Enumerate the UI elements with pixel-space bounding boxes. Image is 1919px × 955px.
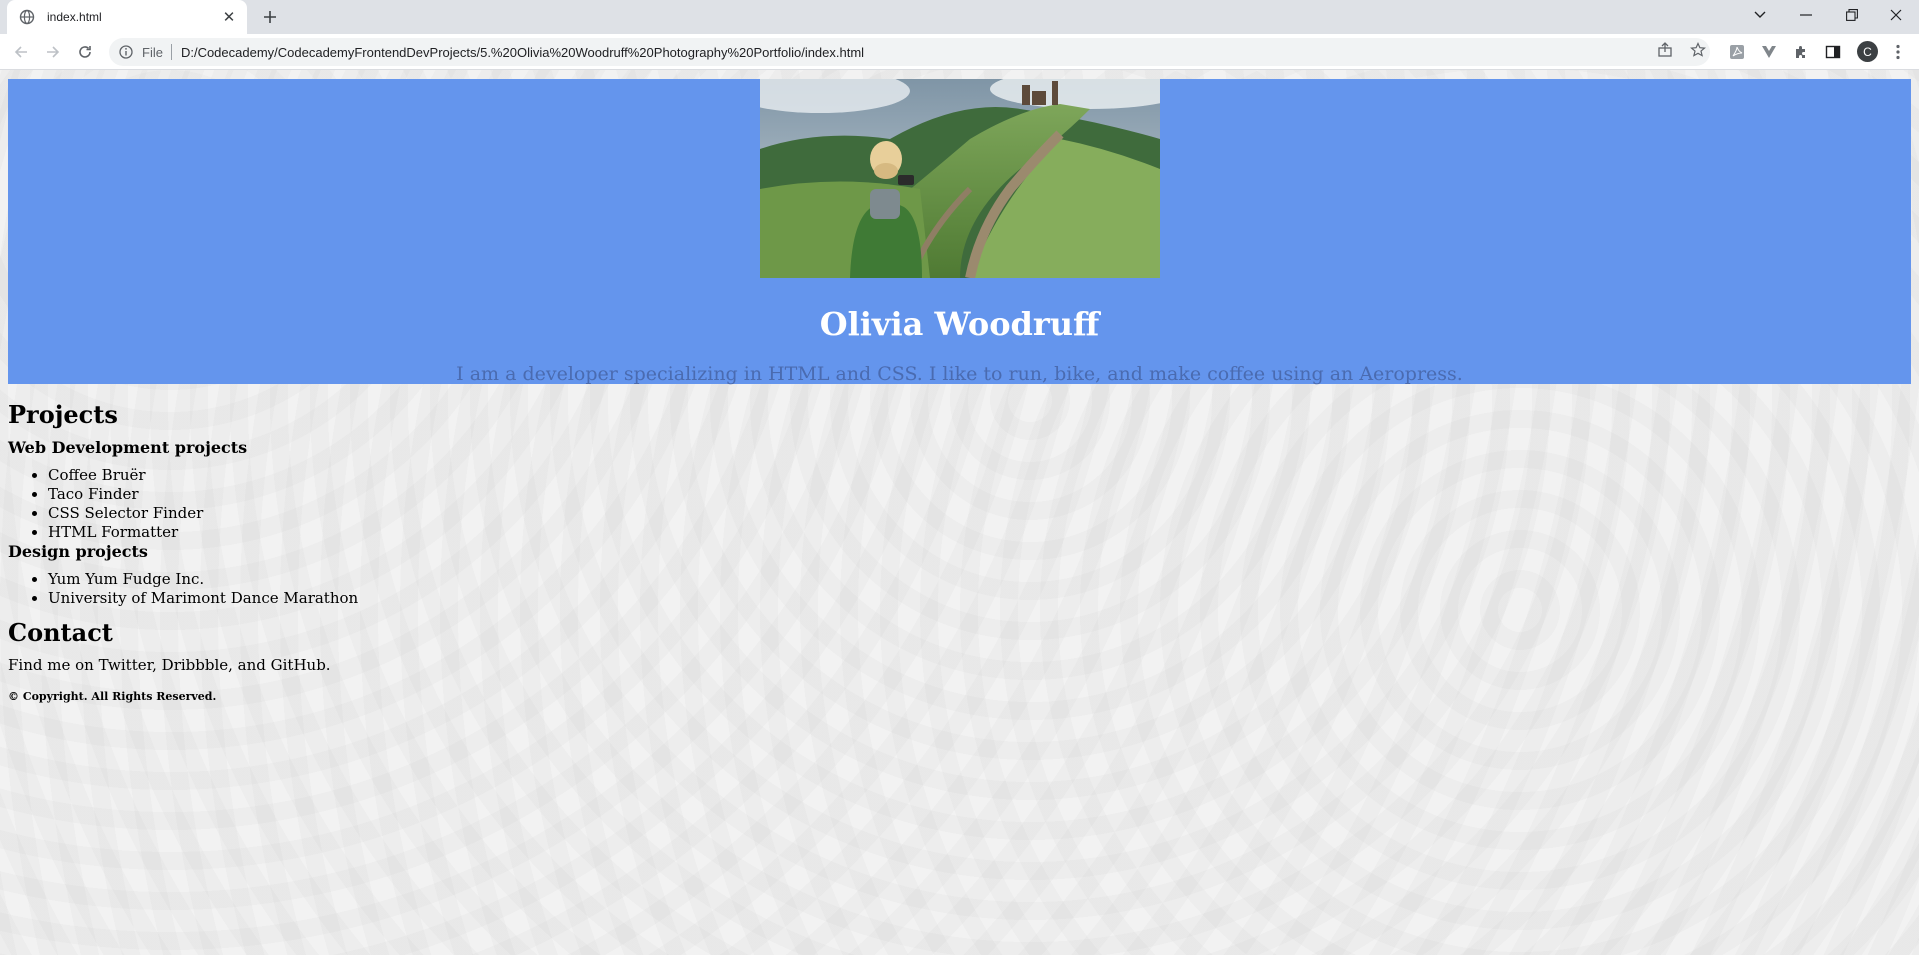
close-icon — [1890, 9, 1902, 21]
url-scheme: File — [142, 44, 163, 60]
web-projects-list: Coffee Bruër Taco Finder CSS Selector Fi… — [8, 466, 203, 542]
list-item: Taco Finder — [48, 485, 203, 504]
share-icon[interactable] — [1655, 40, 1675, 60]
plus-icon — [264, 11, 276, 23]
bio-text: I am a developer specializing in HTML an… — [456, 363, 1463, 385]
design-projects-heading: Design projects — [8, 542, 148, 561]
list-item: Coffee Bruër — [48, 466, 203, 485]
minimize-icon — [1800, 14, 1812, 16]
copyright-text: © Copyright. All Rights Reserved. — [8, 690, 217, 703]
page-viewport: Olivia Woodruff I am a developer special… — [0, 70, 1919, 955]
page-title: Olivia Woodruff — [819, 305, 1100, 343]
url-text[interactable]: D:/Codecademy/CodecademyFrontendDevProje… — [181, 45, 1710, 60]
close-tab-icon[interactable]: ✕ — [221, 9, 237, 26]
list-item: HTML Formatter — [48, 523, 203, 542]
puzzle-icon[interactable] — [1791, 42, 1811, 62]
list-item: University of Marimont Dance Marathon — [48, 589, 358, 608]
url-divider — [170, 44, 172, 60]
address-bar[interactable]: File D:/Codecademy/CodecademyFrontendDev… — [109, 38, 1710, 66]
design-projects-list: Yum Yum Fudge Inc. University of Marimon… — [8, 570, 358, 608]
restore-button[interactable] — [1829, 0, 1875, 30]
close-window-button[interactable] — [1873, 0, 1919, 30]
side-panel-icon[interactable] — [1823, 42, 1843, 62]
arrow-right-icon — [47, 46, 60, 58]
restore-icon — [1846, 9, 1858, 21]
vue-extension-icon[interactable] — [1759, 42, 1779, 62]
pdf-extension-icon[interactable] — [1727, 42, 1747, 62]
star-icon[interactable] — [1688, 40, 1708, 60]
minimize-button[interactable] — [1783, 0, 1829, 30]
info-icon[interactable] — [118, 44, 134, 60]
reload-icon — [79, 46, 91, 58]
browser-toolbar: File D:/Codecademy/CodecademyFrontendDev… — [0, 34, 1919, 70]
arrow-left-icon — [14, 46, 27, 58]
new-tab-button[interactable] — [257, 5, 283, 29]
list-item: Yum Yum Fudge Inc. — [48, 570, 358, 589]
kebab-menu-icon[interactable] — [1888, 42, 1908, 62]
contact-text: Find me on Twitter, Dribbble, and GitHub… — [8, 656, 331, 674]
web-projects-heading: Web Development projects — [8, 438, 248, 457]
browser-tab[interactable]: index.html ✕ — [7, 0, 247, 34]
forward-button[interactable] — [41, 40, 65, 64]
tab-strip: index.html ✕ — [0, 0, 1919, 34]
chevron-down-icon — [1754, 11, 1766, 18]
globe-icon — [19, 9, 35, 25]
tab-search-button[interactable] — [1737, 0, 1783, 30]
contact-heading: Contact — [8, 618, 113, 647]
back-button[interactable] — [9, 40, 33, 64]
reload-button[interactable] — [73, 40, 97, 64]
list-item: CSS Selector Finder — [48, 504, 203, 523]
profile-avatar[interactable]: C — [1857, 41, 1878, 62]
projects-heading: Projects — [8, 400, 118, 429]
header-photo — [760, 79, 1160, 278]
page-header: Olivia Woodruff I am a developer special… — [8, 79, 1911, 385]
tab-title: index.html — [47, 10, 102, 24]
